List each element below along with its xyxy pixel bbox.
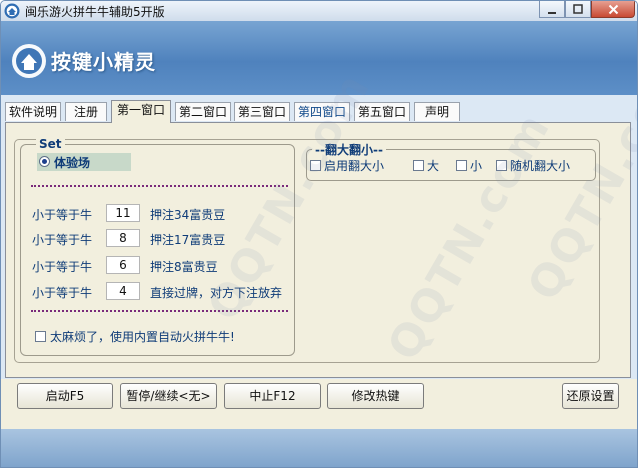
auto-play-label: 太麻烦了，使用内置自动火拼牛牛!	[50, 330, 235, 344]
row-description: 押注34富贵豆	[150, 208, 226, 222]
experience-room-radio[interactable]: 体验场	[37, 153, 131, 171]
button-bar: 启动F5 暂停/继续<无> 中止F12 修改热键 还原设置	[1, 379, 637, 429]
experience-room-label: 体验场	[54, 156, 91, 170]
tab-software-info[interactable]: 软件说明	[5, 102, 61, 121]
close-button[interactable]	[591, 1, 635, 18]
set-group-legend: Set	[36, 137, 65, 151]
divider-top	[31, 185, 288, 187]
small-checkbox[interactable]	[456, 160, 467, 171]
title-bar[interactable]: 闽乐游火拼牛牛辅助5开版	[1, 1, 637, 21]
threshold-input-3[interactable]: 6	[106, 256, 140, 274]
row-label: 小于等于牛	[32, 208, 93, 222]
tab-window-3[interactable]: 第三窗口	[234, 102, 290, 121]
radio-icon	[39, 156, 50, 167]
change-hotkey-button[interactable]: 修改热键	[327, 383, 424, 409]
start-button[interactable]: 启动F5	[17, 383, 113, 409]
banner-title: 按键小精灵	[51, 50, 156, 74]
row-description: 押注8富贵豆	[150, 260, 218, 274]
tab-register[interactable]: 注册	[65, 102, 107, 121]
tab-statement[interactable]: 声明	[414, 102, 460, 121]
banner: 按键小精灵	[1, 21, 637, 95]
row-label: 小于等于牛	[32, 286, 93, 300]
maximize-icon	[573, 4, 583, 14]
big-checkbox[interactable]	[413, 160, 424, 171]
threshold-input-1[interactable]: 11	[106, 204, 140, 222]
row-label: 小于等于牛	[32, 233, 93, 247]
stop-button[interactable]: 中止F12	[224, 383, 321, 409]
maximize-button[interactable]	[565, 1, 591, 18]
minimize-icon	[548, 12, 556, 14]
bottom-band	[1, 429, 637, 467]
threshold-input-4[interactable]: 4	[106, 282, 140, 300]
row-label: 小于等于牛	[32, 260, 93, 274]
big-label: 大	[427, 159, 440, 173]
app-window: 闽乐游火拼牛牛辅助5开版 按键小精灵 软件说明 注册 第一窗口 第二窗口 第三窗…	[0, 0, 638, 468]
row-description: 押注17富贵豆	[150, 233, 226, 247]
minimize-button[interactable]	[539, 1, 565, 18]
window-title: 闽乐游火拼牛牛辅助5开版	[25, 5, 165, 19]
tab-window-2[interactable]: 第二窗口	[175, 102, 231, 121]
banner-logo-icon	[12, 44, 46, 78]
close-icon	[608, 4, 618, 15]
pause-resume-button[interactable]: 暂停/继续<无>	[120, 383, 217, 409]
tab-window-1[interactable]: 第一窗口	[111, 100, 171, 123]
app-logo-icon	[4, 3, 20, 19]
restore-settings-button[interactable]: 还原设置	[562, 383, 619, 409]
auto-play-checkbox[interactable]	[35, 331, 46, 342]
threshold-input-2[interactable]: 8	[106, 229, 140, 247]
